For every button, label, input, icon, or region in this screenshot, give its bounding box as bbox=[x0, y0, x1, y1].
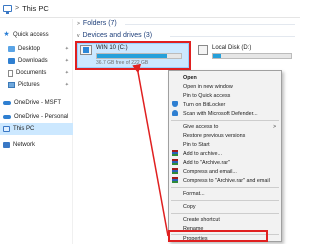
annotation-arrow bbox=[132, 63, 169, 237]
arrow-line bbox=[132, 63, 169, 237]
